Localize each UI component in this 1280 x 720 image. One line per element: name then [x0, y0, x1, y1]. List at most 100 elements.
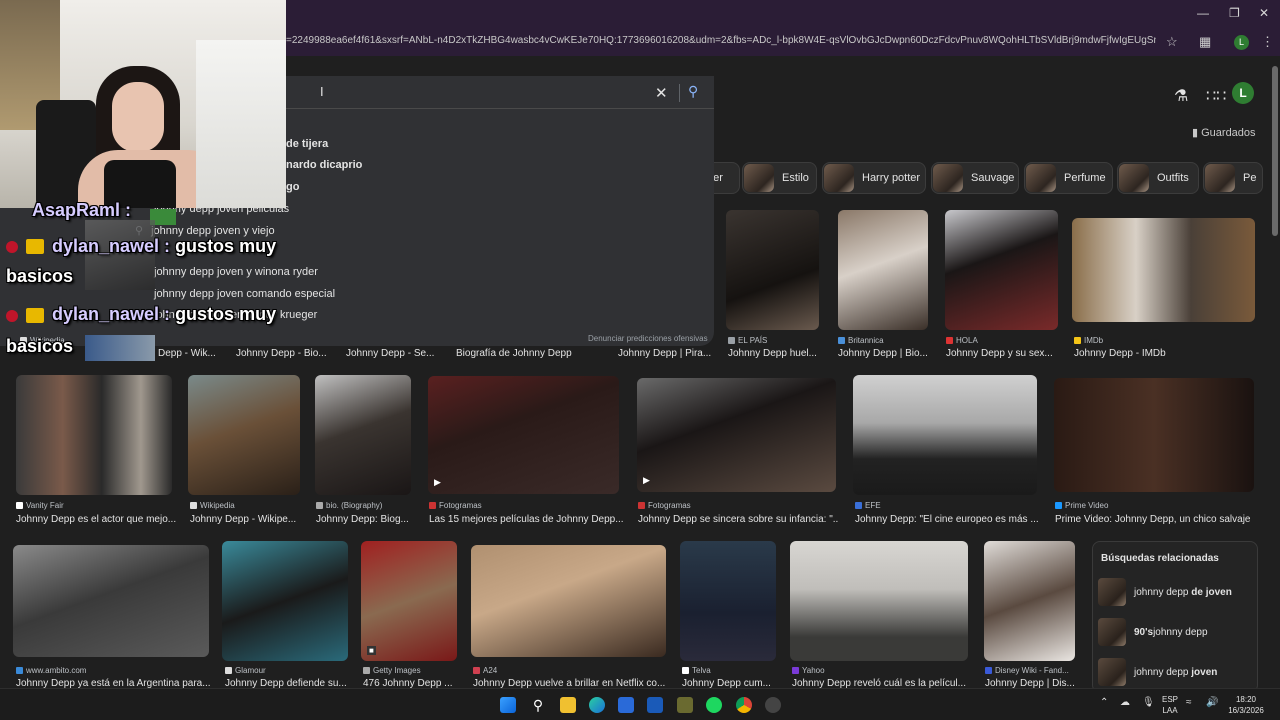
spotify-icon[interactable] [706, 697, 722, 713]
result-caption[interactable]: Johnny Depp - Bio... [236, 348, 331, 359]
result-caption[interactable]: Johnny Depp: "El cine europeo es más ... [855, 514, 1041, 525]
result-image[interactable] [13, 545, 209, 657]
result-caption[interactable]: Johnny Depp es el actor que mejo... [16, 514, 176, 525]
result-source[interactable]: Wikipedia [190, 501, 235, 510]
result-source[interactable]: Disney Wiki - Fand... [985, 666, 1069, 675]
browser-profile-avatar[interactable]: L [1234, 35, 1249, 50]
system-clock[interactable]: 18:20 16/3/2026 [1224, 694, 1268, 716]
result-caption[interactable]: Prime Video: Johnny Depp, un chico salva… [1055, 514, 1260, 525]
result-image[interactable] [984, 541, 1075, 661]
chip-pe[interactable]: Pe [1203, 162, 1263, 194]
app-icon[interactable] [677, 697, 693, 713]
chip-perfume[interactable]: Perfume [1024, 162, 1113, 194]
result-image[interactable] [16, 375, 172, 495]
result-source[interactable]: Fotogramas [429, 501, 482, 510]
result-image[interactable] [680, 541, 776, 661]
bookmark-star-icon[interactable]: ☆ [1166, 34, 1178, 50]
search-icon[interactable]: ⚲ [530, 697, 546, 713]
chrome-icon[interactable] [736, 697, 752, 713]
result-caption[interactable]: Johnny Depp y su sex... [946, 348, 1058, 359]
related-search-item[interactable]: johnny depp joven [1098, 658, 1217, 686]
result-image[interactable] [471, 545, 666, 657]
result-image[interactable]: ▶ [637, 378, 836, 492]
language-indicator[interactable]: ESP LAA [1162, 694, 1178, 716]
suggestion-item[interactable]: de tijera [286, 138, 328, 150]
result-image[interactable]: ▶ [428, 376, 619, 494]
chip-outfits[interactable]: Outfits [1117, 162, 1199, 194]
tray-chevron-icon[interactable]: ⌃ [1100, 697, 1108, 708]
scrollbar-thumb[interactable] [1272, 66, 1278, 236]
suggestion-item[interactable]: johnny depp joven y winona ryder [154, 266, 318, 278]
extensions-icon[interactable]: ▦ [1199, 34, 1211, 50]
result-caption[interactable]: Depp - Wik... [158, 348, 218, 359]
suggestion-item[interactable]: johnny depp joven comando especial [154, 288, 335, 300]
chip-sauvage[interactable]: Sauvage [931, 162, 1019, 194]
result-caption[interactable]: Johnny Depp se sincera sobre su infancia… [638, 514, 838, 525]
result-caption[interactable]: Johnny Depp huel... [728, 348, 828, 359]
result-source[interactable]: Yahoo [792, 666, 825, 675]
result-caption[interactable]: Biografía de Johnny Depp [456, 348, 606, 359]
result-source[interactable]: Prime Video [1055, 501, 1108, 510]
result-image[interactable]: ■ [361, 541, 457, 661]
chip-harry-potter[interactable]: Harry potter [822, 162, 926, 194]
result-caption[interactable]: Johnny Depp - Wikipe... [190, 514, 302, 525]
result-source[interactable]: EFE [855, 501, 881, 510]
result-source[interactable]: A24 [473, 666, 497, 675]
result-source[interactable]: IMDb [1074, 336, 1103, 345]
result-image[interactable] [1072, 218, 1255, 322]
clear-search-icon[interactable]: ✕ [655, 84, 668, 102]
close-window-icon[interactable]: ✕ [1259, 6, 1269, 20]
google-account-avatar[interactable]: L [1232, 82, 1254, 104]
result-image[interactable] [315, 375, 411, 495]
result-image[interactable] [853, 375, 1037, 495]
report-predictions-link[interactable]: Denunciar predicciones ofensivas [588, 334, 708, 343]
related-search-item[interactable]: 90's johnny depp [1098, 618, 1208, 646]
minimize-icon[interactable]: — [1197, 6, 1209, 20]
result-source[interactable]: HOLA [946, 336, 978, 345]
result-source[interactable]: Vanity Fair [16, 501, 64, 510]
saved-link[interactable]: ▮ Guardados [1192, 126, 1256, 139]
result-image[interactable] [188, 375, 300, 495]
result-caption[interactable]: Johnny Depp: Biog... [316, 514, 416, 525]
store-icon[interactable] [618, 697, 634, 713]
suggestion-item[interactable]: nardo dicaprio [286, 159, 362, 171]
app-icon[interactable] [765, 697, 781, 713]
favicon-icon [946, 337, 953, 344]
search-icon[interactable]: ⚲ [688, 83, 698, 100]
result-source[interactable]: EL PAÍS [728, 336, 767, 345]
suggestion-item[interactable]: go [286, 181, 299, 193]
result-image[interactable] [1054, 378, 1254, 492]
result-source[interactable]: Fotogramas [638, 501, 691, 510]
apps-grid-icon[interactable]: ∷∷ [1206, 86, 1226, 106]
result-caption[interactable]: Johnny Depp - Se... [346, 348, 441, 359]
cloud-icon[interactable]: ☁ [1120, 697, 1130, 708]
mic-icon[interactable]: 🎙 [1142, 697, 1155, 708]
result-image[interactable] [222, 541, 348, 661]
result-image[interactable] [945, 210, 1058, 330]
start-windows-icon[interactable] [500, 697, 516, 713]
result-source[interactable]: Getty Images [363, 666, 421, 675]
chip-estilo[interactable]: Estilo [742, 162, 817, 194]
result-image[interactable] [790, 541, 968, 661]
result-source[interactable]: bio. (Biography) [316, 501, 382, 510]
result-caption[interactable]: Las 15 mejores películas de Johnny Depp.… [429, 514, 625, 525]
result-source[interactable]: Britannica [838, 336, 884, 345]
result-source[interactable]: Telva [682, 666, 711, 675]
outlook-icon[interactable] [647, 697, 663, 713]
volume-icon[interactable]: 🔊 [1206, 697, 1218, 708]
result-image[interactable] [726, 210, 819, 330]
maximize-icon[interactable]: ❐ [1229, 6, 1240, 20]
browser-menu-icon[interactable]: ⋮ [1261, 34, 1274, 50]
result-caption[interactable]: Johnny Depp | Pira... [618, 348, 718, 359]
labs-flask-icon[interactable]: ⚗ [1174, 86, 1188, 106]
file-explorer-icon[interactable] [560, 697, 576, 713]
edge-icon[interactable] [589, 697, 605, 713]
result-image[interactable] [838, 210, 928, 330]
url-text[interactable]: =2249988ea6ef4f61&sxsrf=ANbL-n4D2xTkZHBG… [286, 35, 1156, 46]
result-caption[interactable]: Johnny Depp - IMDb [1074, 348, 1254, 359]
result-source[interactable]: www.ambito.com [16, 666, 86, 675]
wifi-icon[interactable]: ≈ [1186, 697, 1192, 708]
related-search-item[interactable]: johnny depp de joven [1098, 578, 1232, 606]
result-source[interactable]: Glamour [225, 666, 266, 675]
result-caption[interactable]: Johnny Depp | Bio... [838, 348, 938, 359]
